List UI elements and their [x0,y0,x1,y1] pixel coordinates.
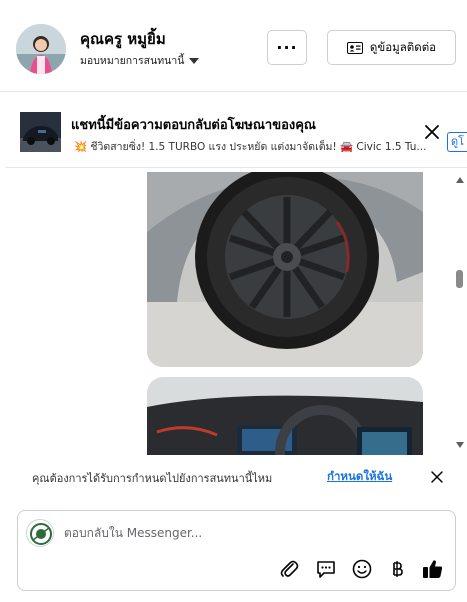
contact-info-label: ดูข้อมูลติดต่อ [369,39,437,54]
assign-label: มอบหมายการสนทนานี้ [80,55,185,67]
view-contact-info-button[interactable]: ดูข้อมูลติดต่อ [327,30,456,65]
saved-replies-icon[interactable] [314,557,338,581]
ad-message-snippet: 💥 ชีวิตสายซิ่ง! 1.5 TURBO แรง ประหยัด แต… [74,141,427,153]
conversation-header: คุณครู หมูยิ้ม มอบหมายการสนทนานี้ ··· ดู… [0,0,467,92]
car-thumbnail-icon [20,112,61,152]
thread-scrollbar[interactable] [453,172,467,455]
assign-to-me-link[interactable]: กำหนดให้ฉัน [327,468,392,486]
profile-photo-icon [16,24,66,74]
contact-name[interactable]: คุณครู หมูยิ้ม [80,27,166,51]
car-wheel-photo[interactable] [147,172,423,367]
reply-input[interactable] [64,521,444,545]
contact-card-icon [346,41,363,54]
contact-avatar[interactable] [16,24,66,74]
attachment-icon[interactable] [277,557,301,581]
ad-thumbnail[interactable] [20,112,61,152]
scroll-down-arrow-icon[interactable] [456,442,464,448]
assignment-prompt-text: คุณต้องการได้รับการกำหนดไปยังการสนทนานี้… [32,472,273,485]
page-avatar [26,519,54,547]
alloy-wheel-image [147,172,423,367]
like-icon[interactable] [421,557,445,581]
scroll-up-arrow-icon[interactable] [456,177,464,183]
message-thread [6,172,467,455]
assign-conversation-dropdown[interactable]: มอบหมายการสนทนานี้ [80,52,200,69]
reply-composer [17,510,456,591]
ad-reply-banner: แชทนี้มีข้อความตอบกลับต่อโฆษณาของคุณ 💥 ช… [6,98,467,168]
scroll-thumb[interactable] [456,270,463,288]
close-icon[interactable] [430,469,444,483]
baht-payment-icon[interactable] [385,557,409,581]
dashboard-image [147,377,423,455]
assignment-prompt: คุณต้องการได้รับการกำหนดไปยังการสนทนานี้… [20,455,456,497]
page-logo-icon [27,520,53,546]
emoji-icon[interactable] [350,557,374,581]
view-ad-link[interactable]: ดูโ [447,132,467,152]
more-options-button[interactable]: ··· [267,30,307,65]
close-icon[interactable] [423,123,441,141]
ad-banner-title: แชทนี้มีข้อความตอบกลับต่อโฆษณาของคุณ [71,118,316,133]
caret-down-icon [189,58,200,64]
car-interior-photo[interactable] [147,377,423,455]
